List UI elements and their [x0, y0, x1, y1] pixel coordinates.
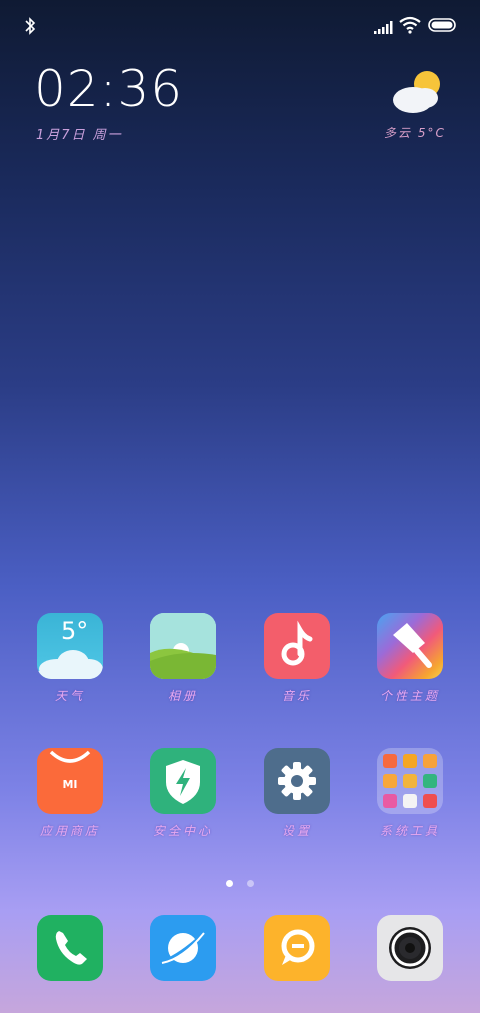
app-label: 个性主题	[379, 689, 440, 703]
bluetooth-icon	[25, 17, 36, 35]
settings-icon	[264, 748, 330, 814]
folder-label: 系统工具	[379, 824, 440, 838]
app-store-mi-text: MI	[62, 778, 78, 791]
app-folder-system-tools[interactable]: 系统工具	[360, 748, 460, 839]
app-label: 天气	[54, 689, 85, 703]
camera-icon[interactable]	[377, 915, 443, 981]
app-store[interactable]: MI 应用商店	[20, 748, 120, 839]
status-bar	[0, 14, 480, 38]
partly-cloudy-icon[interactable]	[389, 68, 447, 118]
page-dot[interactable]	[246, 880, 254, 887]
messages-icon[interactable]	[264, 915, 330, 981]
battery-icon	[428, 18, 456, 32]
app-music[interactable]: 音乐	[247, 613, 347, 704]
app-label: 应用商店	[39, 824, 100, 838]
security-center-icon	[150, 748, 216, 814]
signal-icon	[374, 21, 393, 34]
date-text[interactable]: 1月7日 周一	[36, 124, 123, 143]
app-gallery[interactable]: 相册	[133, 613, 233, 704]
app-settings[interactable]: 设置	[247, 748, 347, 839]
wifi-icon	[399, 16, 421, 34]
clock-time[interactable]: 02:36	[34, 60, 183, 118]
themes-app-icon	[377, 613, 443, 679]
page-dot-active[interactable]	[226, 880, 234, 887]
page-indicator[interactable]	[0, 872, 480, 891]
app-label: 相册	[167, 689, 198, 703]
app-label: 音乐	[281, 689, 312, 703]
music-app-icon	[264, 613, 330, 679]
browser-icon[interactable]	[150, 915, 216, 981]
app-weather[interactable]: 5° 天气	[20, 613, 120, 704]
phone-icon[interactable]	[37, 915, 103, 981]
app-store-icon: MI	[37, 748, 103, 814]
app-label: 安全中心	[152, 824, 213, 838]
app-themes[interactable]: 个性主题	[360, 613, 460, 704]
app-security-center[interactable]: 安全中心	[133, 748, 233, 839]
gallery-app-icon	[150, 613, 216, 679]
system-tools-folder-icon	[377, 748, 443, 814]
weather-app-icon: 5°	[37, 613, 103, 679]
weather-text[interactable]: 多云 5°C	[384, 124, 446, 141]
app-label: 设置	[281, 824, 312, 838]
